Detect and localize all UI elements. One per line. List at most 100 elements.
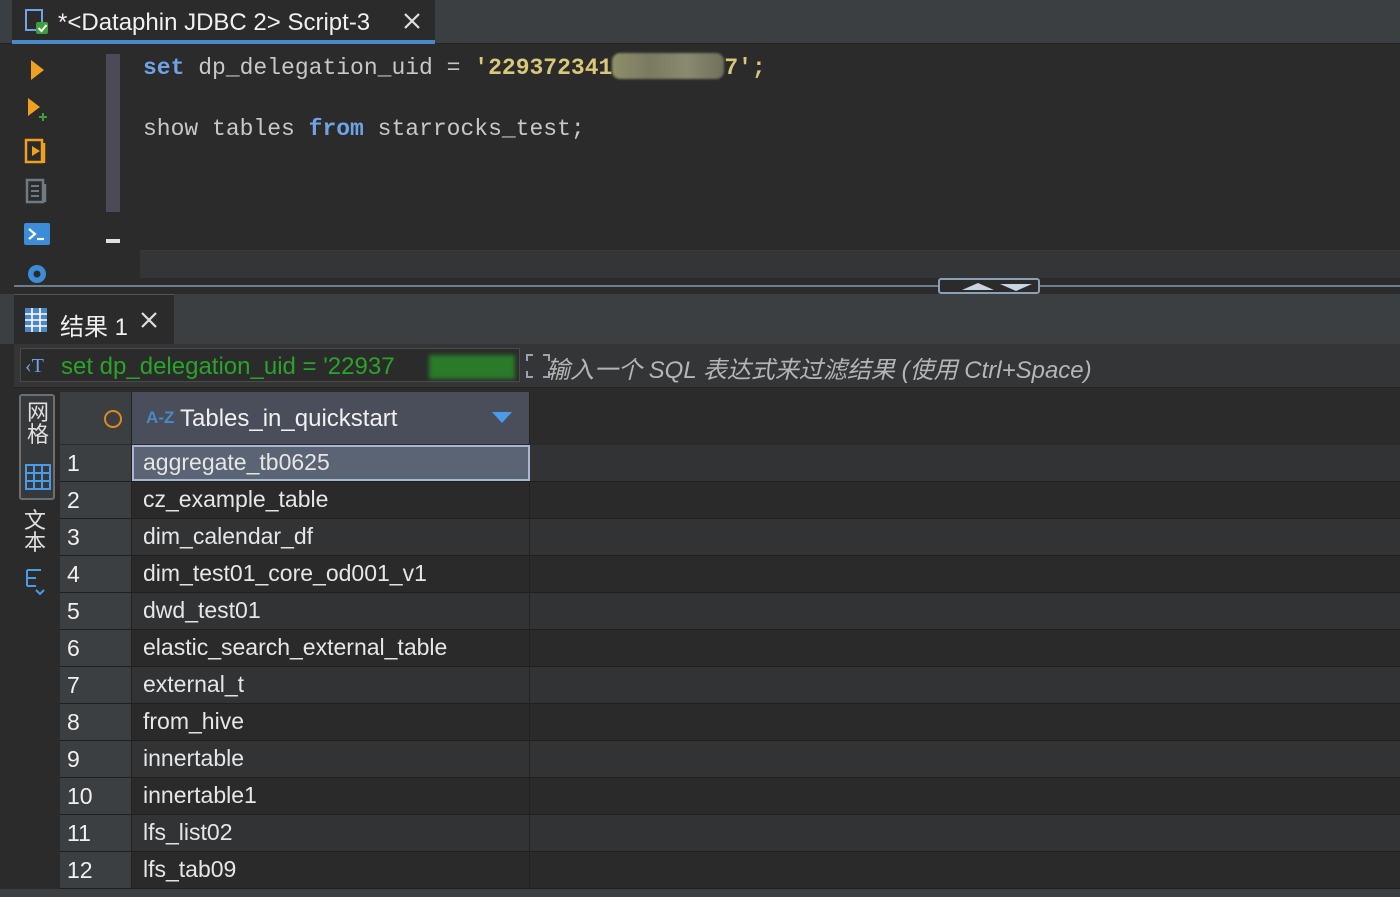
table-row[interactable]: 6 elastic_search_external_table [60,630,1400,667]
text-mode-toggle[interactable]: 文本 [22,510,52,602]
sort-arrow-icon[interactable] [492,412,512,423]
panel-splitter[interactable] [14,285,1400,287]
table-name-cell[interactable]: dim_test01_core_od001_v1 [132,556,530,592]
splitter-toggle[interactable] [938,278,1040,294]
row-empty-area [530,482,1400,518]
close-icon[interactable] [400,9,424,33]
header-empty-area [530,392,1400,444]
statement-range-marker [106,54,120,212]
string-literal-start: '229372341 [474,55,613,81]
row-number[interactable]: 11 [60,815,132,851]
sql-script-icon [25,9,48,34]
table-row[interactable]: 9 innertable [60,741,1400,778]
sql-editor[interactable]: set dp_delegation_uid = '229372341 7'; sh… [140,45,1400,250]
query-text: set dp_delegation_uid = '22937 [61,353,395,380]
grid-mode-label: 网格 [27,400,50,447]
results-tab-1[interactable]: 结果 1 [14,294,174,344]
editor-tab-title: *<Dataphin JDBC 2> Script-3 [58,9,371,36]
grid-icon [25,464,51,490]
table-row[interactable]: 5 dwd_test01 [60,593,1400,630]
row-empty-area [530,667,1400,703]
row-number-header[interactable] [60,392,132,444]
table-name-cell[interactable]: aggregate_tb0625 [132,445,530,481]
row-number[interactable]: 6 [60,630,132,666]
close-icon[interactable] [138,309,160,331]
row-number[interactable]: 9 [60,741,132,777]
presentation-mode-bar: 网格 文本 [14,388,60,897]
execute-statement-icon[interactable] [22,55,52,85]
table-name-cell[interactable]: dim_calendar_df [132,519,530,555]
code-suffix: starrocks_test; [363,116,585,142]
row-empty-area [530,815,1400,851]
table-row[interactable]: 4 dim_test01_core_od001_v1 [60,556,1400,593]
row-number[interactable]: 1 [60,445,132,481]
keyword-from: from [308,116,364,142]
terminal-icon[interactable] [22,219,52,249]
table-name-cell[interactable]: innertable1 [132,778,530,814]
row-number[interactable]: 3 [60,519,132,555]
column-header-label: Tables_in_quickstart [180,405,398,432]
table-grid-icon [25,308,47,332]
table-row[interactable]: 3 dim_calendar_df [60,519,1400,556]
table-row[interactable]: 12 lfs_tab09 [60,852,1400,889]
row-empty-area [530,741,1400,777]
table-row[interactable]: 7 external_t [60,667,1400,704]
table-name-cell[interactable]: lfs_tab09 [132,852,530,888]
editor-horizontal-scrollbar[interactable] [140,250,1400,278]
results-tab-title: 结果 1 [60,314,129,341]
results-grid[interactable]: A-Z Tables_in_quickstart 1 aggregate_tb06… [60,392,1400,897]
table-row[interactable]: 10 innertable1 [60,778,1400,815]
table-name-cell[interactable]: lfs_list02 [132,815,530,851]
table-name-cell[interactable]: dwd_test01 [132,593,530,629]
bottom-scroll-strip[interactable] [0,889,1400,897]
table-name-cell[interactable]: from_hive [132,704,530,740]
row-empty-area [530,704,1400,740]
text-mode-label: 文本 [24,508,47,555]
results-tab-bar: 结果 1 [0,294,1400,344]
row-number[interactable]: 7 [60,667,132,703]
execute-script-icon[interactable] [22,137,52,167]
table-row[interactable]: 11 lfs_list02 [60,815,1400,852]
code-line-1: set dp_delegation_uid = '229372341 7'; [143,53,766,81]
row-empty-area [530,852,1400,888]
maximize-minimize-icon [962,283,1032,291]
row-number[interactable]: 2 [60,482,132,518]
text-format-icon [26,569,45,596]
grid-mode-toggle[interactable]: 网格 [19,394,55,500]
editor-tab-script-3[interactable]: *<Dataphin JDBC 2> Script-3 [12,0,435,44]
column-header-tables-in-quickstart[interactable]: A-Z Tables_in_quickstart [132,392,530,444]
row-number[interactable]: 4 [60,556,132,592]
filter-expression-input[interactable]: 输入一个 SQL 表达式来过滤结果 (使用 Ctrl+Space) [546,350,1366,385]
code-line-2: show tables from starrocks_test; [143,116,585,142]
table-name-cell[interactable]: elastic_search_external_table [132,630,530,666]
table-row[interactable]: 2 cz_example_table [60,482,1400,519]
query-text-panel[interactable]: ‹T set dp_delegation_uid = '22937 [20,348,520,382]
row-empty-area [530,593,1400,629]
row-number[interactable]: 12 [60,852,132,888]
table-name-cell[interactable]: cz_example_table [132,482,530,518]
redacted-value [429,355,515,379]
results-filter-bar: ‹T set dp_delegation_uid = '22937 输入一个 S… [14,344,1400,388]
dbeaver-window: *<Dataphin JDBC 2> Script-3 set dp_deleg… [0,0,1400,897]
table-name-cell[interactable]: innertable [132,741,530,777]
row-empty-area [530,445,1400,481]
fold-marker[interactable] [106,239,120,243]
editor-tab-bar: *<Dataphin JDBC 2> Script-3 [0,0,1400,44]
editor-toolbar [12,45,62,285]
row-number[interactable]: 10 [60,778,132,814]
row-number[interactable]: 8 [60,704,132,740]
table-row[interactable]: 8 from_hive [60,704,1400,741]
grid-header: A-Z Tables_in_quickstart [60,392,1400,444]
table-row[interactable]: 1 aggregate_tb0625 [60,445,1400,482]
execute-in-new-tab-icon[interactable] [22,95,52,125]
row-empty-area [530,778,1400,814]
keyword-set: set [143,55,185,81]
table-name-cell[interactable]: external_t [132,667,530,703]
identifier: dp_delegation_uid = [184,55,475,81]
select-all-icon[interactable] [104,410,122,428]
row-empty-area [530,556,1400,592]
row-number[interactable]: 5 [60,593,132,629]
row-empty-area [530,630,1400,666]
sql-text-icon: ‹T [25,355,44,377]
execute-script-new-tab-icon[interactable] [22,177,52,207]
